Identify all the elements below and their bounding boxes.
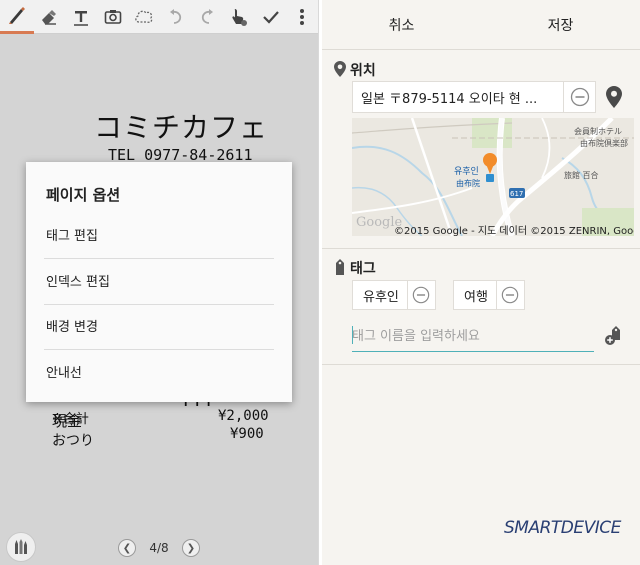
tag-edit-panel: 취소 저장 위치 일본 〒879-5114 오이타 현 ... 유후인 由布院 …: [322, 0, 640, 565]
map-poi-label-2: 由布院倶楽部: [580, 138, 628, 148]
remove-tag-button[interactable]: [495, 281, 524, 309]
tag-chip[interactable]: 유후인: [352, 280, 436, 310]
receipt-change-label: おつり: [52, 433, 94, 449]
lasso-icon: [135, 10, 153, 23]
menu-item-guidelines[interactable]: 안내선: [44, 351, 274, 396]
location-label: 위치: [350, 63, 376, 79]
text-cursor: [352, 326, 353, 344]
lasso-tool-button[interactable]: [128, 0, 160, 34]
receipt-shop-name: コミチカフェ: [94, 111, 269, 144]
undo-icon: [169, 8, 181, 24]
tags-label: 태그: [350, 261, 376, 277]
image-tool-button[interactable]: [97, 0, 129, 34]
eraser-icon: [42, 9, 57, 25]
receipt-change-value: ¥900: [230, 426, 264, 442]
menu-item-edit-tags[interactable]: 태그 편집: [44, 214, 274, 259]
map-place-jp-label: 由布院: [456, 178, 480, 188]
map-graphic: 유후인 由布院 617 会員制ホテル 由布院倶楽部 旅館 百合 Google: [352, 118, 634, 236]
save-button[interactable]: 저장: [481, 0, 640, 50]
locate-pin-icon[interactable]: [606, 86, 622, 108]
page-navigator: ❮ 4/8 ❯: [118, 538, 200, 558]
remove-tag-button[interactable]: [406, 281, 435, 309]
location-value: 일본 〒879-5114 오이타 현 ...: [361, 91, 538, 107]
pen-tool-button[interactable]: [0, 0, 34, 34]
location-pin-icon: [334, 61, 346, 77]
receipt-cash-value: ¥2,000: [218, 408, 269, 424]
cancel-button[interactable]: 취소: [322, 0, 481, 50]
check-icon: [262, 10, 279, 24]
editor-toolbar: [0, 0, 318, 34]
text-tool-button[interactable]: [65, 0, 97, 34]
page-options-dialog: 페이지 옵션 태그 편집 인덱스 편집 배경 변경 안내선: [26, 162, 292, 402]
map-poi-label-3: 旅館 百合: [564, 170, 599, 180]
minus-circle-icon: [413, 286, 430, 304]
section-divider: [322, 364, 640, 365]
tag-chip[interactable]: 여행: [453, 280, 525, 310]
select-icon: [232, 8, 248, 26]
menu-item-edit-index[interactable]: 인덱스 편집: [44, 260, 274, 305]
brand-watermark: SMARTDEVICE: [504, 518, 621, 538]
tag-chip-label: 유후인: [363, 289, 399, 305]
location-map[interactable]: 유후인 由布院 617 会員制ホテル 由布院倶楽部 旅館 百合 Google ©…: [352, 118, 634, 236]
remove-location-button[interactable]: [563, 81, 595, 113]
selection-mode-button[interactable]: [223, 0, 255, 34]
tag-name-input[interactable]: [352, 322, 594, 352]
add-tag-icon[interactable]: [604, 326, 624, 346]
next-page-button[interactable]: ❯: [182, 539, 200, 557]
map-copyright: ©2015 Google - 지도 데이터 ©2015 ZENRIN, Goog…: [394, 226, 634, 236]
receipt-cash-label: 現金: [52, 412, 83, 430]
map-place-label: 유후인: [454, 166, 479, 177]
action-bar: 취소 저장: [322, 0, 640, 50]
section-divider: [322, 248, 640, 249]
pen-icon: [8, 7, 25, 24]
eraser-tool-button[interactable]: [34, 0, 66, 34]
minus-circle-icon: [502, 286, 519, 304]
redo-button[interactable]: [192, 0, 224, 34]
map-road-number: 617: [510, 190, 523, 198]
more-options-button[interactable]: [286, 0, 318, 34]
chevron-left-icon: ❮: [122, 542, 132, 554]
map-poi-label-1: 会員制ホテル: [574, 126, 622, 136]
chevron-right-icon: ❯: [186, 542, 196, 554]
redo-icon: [202, 8, 214, 24]
minus-circle-icon: [570, 87, 589, 107]
menu-item-change-background[interactable]: 배경 변경: [44, 305, 274, 350]
note-editor-panel: コミチカフェ TEL 0977-84-2611 ¥¥¥ ※合計 現金 おつり ¥…: [0, 0, 318, 565]
tag-icon: [336, 259, 344, 275]
pen-settings-button[interactable]: [6, 532, 36, 562]
page-indicator: 4/8: [149, 541, 169, 555]
undo-button[interactable]: [160, 0, 192, 34]
previous-page-button[interactable]: ❮: [118, 539, 136, 557]
tag-chip-label: 여행: [464, 289, 488, 305]
text-icon: [73, 10, 88, 26]
confirm-button[interactable]: [255, 0, 287, 34]
dialog-title: 페이지 옵션: [46, 186, 121, 204]
camera-icon: [104, 9, 121, 24]
location-field[interactable]: 일본 〒879-5114 오이타 현 ...: [352, 81, 596, 113]
pens-icon: [15, 539, 27, 554]
more-icon: [300, 8, 305, 25]
